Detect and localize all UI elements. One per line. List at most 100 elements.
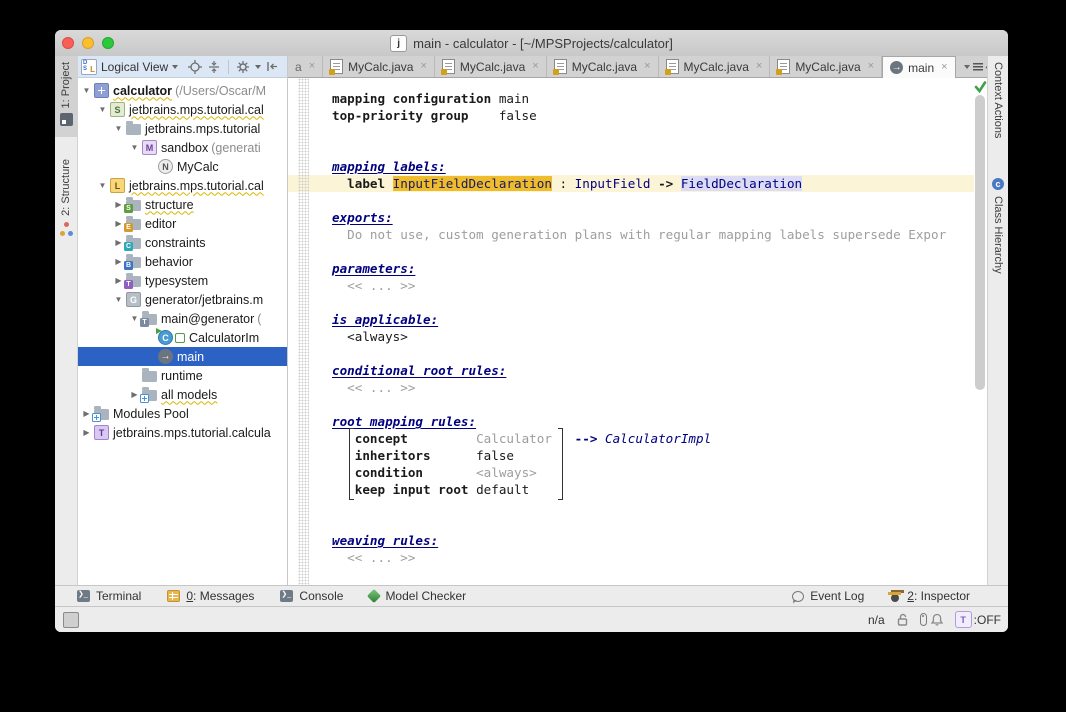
tool-stripe-button-class-hierarchy[interactable]: cClass Hierarchy	[988, 166, 1008, 280]
tool-window-button-console[interactable]: Console	[280, 589, 343, 603]
tree-row-mycalc[interactable]: NMyCalc	[77, 157, 287, 176]
editor-tab-mycalc-java[interactable]: MyCalc.java×	[435, 56, 547, 77]
tree-expand-arrow-icon[interactable]: ▶	[113, 238, 124, 247]
tree-expand-arrow-icon[interactable]: ▶	[129, 390, 140, 399]
tree-row-jetbrains-mps-tutorial-cal[interactable]: ▼Sjetbrains.mps.tutorial.cal	[77, 100, 287, 119]
rule-box-right-bracket	[558, 428, 563, 500]
editor-tab-truncated[interactable]: a×	[288, 56, 323, 77]
tree-expand-arrow-icon[interactable]: ▶	[113, 219, 124, 228]
tree-expand-arrow-icon[interactable]: ▼	[97, 181, 108, 190]
tab-close-icon[interactable]: ×	[420, 61, 426, 72]
tab-label: MyCalc.java	[348, 60, 413, 74]
editor-tab-mycalc-java[interactable]: MyCalc.java×	[547, 56, 659, 77]
tree-row-jetbrains-mps-tutorial-calcula[interactable]: ▶Tjetbrains.mps.tutorial.calcula	[77, 423, 287, 442]
tree-expand-arrow-icon[interactable]: ▼	[81, 86, 92, 95]
tree-expand-arrow-icon[interactable]: ▶	[81, 428, 92, 437]
tree-expand-arrow-icon[interactable]: ▼	[113, 295, 124, 304]
aspect-folder-icon: T	[142, 314, 157, 325]
hide-panel-icon[interactable]	[266, 60, 279, 73]
tab-list-icon	[973, 63, 983, 71]
tree-row-structure[interactable]: ▶Sstructure	[77, 195, 287, 214]
locate-icon[interactable]	[188, 60, 202, 74]
project-panel-header: DSL Logical View	[77, 56, 288, 78]
tree-row-jetbrains-mps-tutorial[interactable]: ▼jetbrains.mps.tutorial	[77, 119, 287, 138]
tool-window-button-event-log[interactable]: Event Log	[792, 589, 864, 603]
tree-expand-arrow-icon[interactable]: ▼	[97, 105, 108, 114]
tree-row-behavior[interactable]: ▶Bbehavior	[77, 252, 287, 271]
tree-expand-arrow-icon[interactable]: ▶	[113, 200, 124, 209]
editor-vertical-scrollbar[interactable]	[975, 95, 985, 390]
gear-icon[interactable]	[236, 60, 250, 74]
editor-tab-mycalc-java[interactable]: MyCalc.java×	[770, 56, 882, 77]
chevron-down-icon	[964, 65, 970, 69]
tree-row-main-generator[interactable]: ▼Tmain@generator(	[77, 309, 287, 328]
tool-window-button-model-checker[interactable]: Model Checker	[369, 589, 466, 603]
minimize-window-button[interactable]	[82, 37, 94, 49]
tree-row-sandbox[interactable]: ▼Msandbox(generati	[77, 138, 287, 157]
tool-window-button-0-messages[interactable]: 0: Messages	[167, 589, 254, 603]
tree-row-constraints[interactable]: ▶Cconstraints	[77, 233, 287, 252]
folder-badge: E	[124, 223, 133, 232]
notification-bell-icon[interactable]	[931, 613, 943, 626]
tab-close-icon[interactable]: ×	[868, 61, 874, 72]
tab-close-icon[interactable]: ×	[756, 61, 762, 72]
tree-row-all-models[interactable]: ▶all models	[77, 385, 287, 404]
t-mode-badge[interactable]: T	[955, 611, 972, 628]
tree-expand-arrow-icon[interactable]: ▶	[113, 276, 124, 285]
editor-tab-mycalc-java[interactable]: MyCalc.java×	[659, 56, 771, 77]
mapping-config-icon	[158, 349, 173, 364]
tool-stripe-button-context-actions[interactable]: Context Actions	[988, 56, 1008, 144]
view-selector[interactable]: Logical View	[101, 60, 168, 74]
editor-line-12	[288, 294, 974, 311]
tab-close-icon[interactable]: ×	[532, 61, 538, 72]
tree-expand-arrow-icon[interactable]: ▶	[81, 409, 92, 418]
tree-row-calculator[interactable]: ▼calculator(/Users/Oscar/M	[77, 81, 287, 100]
editor-rule-box-line: concept Calculator --> CalculatorImpl	[288, 430, 974, 447]
tree-row-editor[interactable]: ▶Eeditor	[77, 214, 287, 233]
toolwindow-toggle-icon[interactable]	[63, 612, 79, 628]
folder-badge: T	[124, 280, 133, 289]
tool-window-button-2-inspector[interactable]: 2: Inspector	[888, 589, 970, 603]
close-window-button[interactable]	[62, 37, 74, 49]
root-node-icon: N	[158, 159, 173, 174]
tool-stripe-label: 2: Structure	[60, 159, 72, 216]
editor-tab-bar: a×MyCalc.java×MyCalc.java×MyCalc.java×My…	[288, 56, 988, 78]
tree-item-label: editor	[145, 217, 176, 231]
editor-line-15	[288, 345, 974, 362]
unlock-icon[interactable]	[897, 613, 908, 626]
tree-expand-arrow-icon[interactable]: ▼	[129, 314, 140, 323]
tool-window-button-label: 2: Inspector	[907, 589, 970, 603]
highlight-level-icon[interactable]	[920, 613, 927, 626]
tree-row-jetbrains-mps-tutorial-cal[interactable]: ▼Ljetbrains.mps.tutorial.cal	[77, 176, 287, 195]
editor-tab-main[interactable]: →main×	[882, 56, 955, 78]
tool-stripe-button-1-project[interactable]: 1: Project	[55, 56, 77, 137]
tree-row-generator-jetbrains-m[interactable]: ▼Ggenerator/jetbrains.m	[77, 290, 287, 309]
tree-item-label: constraints	[145, 236, 205, 250]
zoom-window-button[interactable]	[102, 37, 114, 49]
tool-window-button-label: 0: Messages	[186, 589, 254, 603]
mps-editor[interactable]: mapping configuration maintop-priority g…	[288, 78, 988, 585]
title-bar[interactable]: j main - calculator - [~/MPSProjects/cal…	[55, 30, 1008, 57]
tree-row-main[interactable]: main	[77, 347, 287, 366]
tool-stripe-label: Class Hierarchy	[992, 196, 1004, 274]
editor-line-4: mapping labels:	[288, 158, 974, 175]
tree-row-typesystem[interactable]: ▶Ttypesystem	[77, 271, 287, 290]
collapse-all-icon[interactable]	[207, 60, 221, 74]
tree-expand-arrow-icon[interactable]: ▶	[113, 257, 124, 266]
tab-close-icon[interactable]: ×	[941, 62, 947, 73]
tree-row-calculatorim[interactable]: CCalculatorIm	[77, 328, 287, 347]
memory-indicator[interactable]: n/a	[868, 613, 885, 627]
tree-expand-arrow-icon[interactable]: ▼	[129, 143, 140, 152]
tree-row-modules-pool[interactable]: ▶Modules Pool	[77, 404, 287, 423]
tab-close-icon[interactable]: ×	[644, 61, 650, 72]
aspect-folder-icon: B	[126, 257, 141, 268]
tool-window-button-terminal[interactable]: Terminal	[77, 589, 141, 603]
tree-row-runtime[interactable]: runtime	[77, 366, 287, 385]
gear-chevron-icon[interactable]	[255, 65, 261, 69]
chevron-down-icon[interactable]	[172, 65, 178, 69]
tab-close-icon[interactable]: ×	[309, 61, 315, 72]
tool-stripe-button-2-structure[interactable]: 2: Structure	[55, 153, 77, 248]
tree-expand-arrow-icon[interactable]: ▼	[113, 124, 124, 133]
editor-tab-mycalc-java[interactable]: MyCalc.java ×	[323, 56, 435, 77]
editor-line-0: mapping configuration main	[288, 90, 974, 107]
